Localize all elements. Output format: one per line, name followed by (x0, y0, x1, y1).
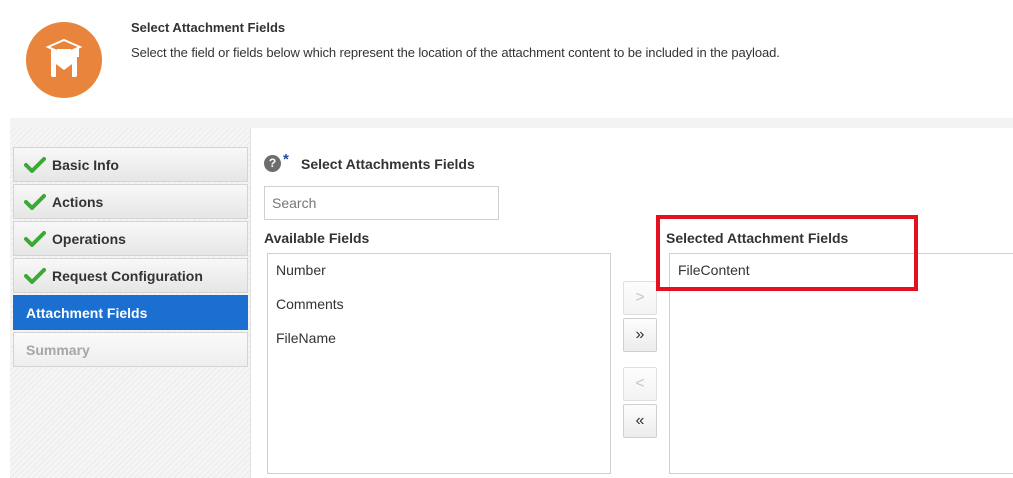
list-item[interactable]: FileName (276, 330, 336, 346)
header-divider (10, 118, 1013, 128)
train-item-request-configuration[interactable]: Request Configuration (13, 258, 248, 293)
required-marker: * (283, 151, 289, 168)
checkmark-icon (24, 267, 46, 284)
train-item-label: Request Configuration (52, 267, 203, 284)
checkmark-icon (24, 156, 46, 173)
remove-all-button[interactable]: « (623, 404, 657, 438)
move-button[interactable]: > (623, 281, 657, 315)
page-description: Select the field or fields below which r… (131, 45, 780, 60)
available-fields-list[interactable]: Number Comments FileName (267, 253, 611, 474)
search-input[interactable] (264, 186, 499, 220)
checkmark-icon (24, 230, 46, 247)
checkmark-icon (24, 193, 46, 210)
list-item[interactable]: Number (276, 262, 326, 278)
train-item-summary: Summary (13, 332, 248, 367)
train-item-operations[interactable]: Operations (13, 221, 248, 256)
train-nav: Basic Info Actions Operations Request Co… (13, 147, 248, 369)
move-all-button[interactable]: » (623, 318, 657, 352)
train-item-label: Summary (26, 341, 90, 358)
train-item-label: Attachment Fields (26, 304, 148, 321)
page-title: Select Attachment Fields (131, 20, 286, 35)
train-item-label: Basic Info (52, 156, 119, 173)
train-item-basic-info[interactable]: Basic Info (13, 147, 248, 182)
list-item[interactable]: Comments (276, 296, 344, 312)
highlight-box (656, 215, 918, 291)
graduate-icon (26, 22, 102, 98)
train-item-attachment-fields[interactable]: Attachment Fields (13, 295, 248, 330)
train-item-label: Actions (52, 193, 104, 210)
train-item-actions[interactable]: Actions (13, 184, 248, 219)
help-icon[interactable]: ? (264, 155, 281, 172)
section-label: Select Attachments Fields (301, 156, 475, 172)
remove-button[interactable]: < (623, 367, 657, 401)
available-fields-header: Available Fields (264, 230, 370, 246)
train-item-label: Operations (52, 230, 126, 247)
page-header: Select Attachment Fields Select the fiel… (0, 0, 1013, 118)
